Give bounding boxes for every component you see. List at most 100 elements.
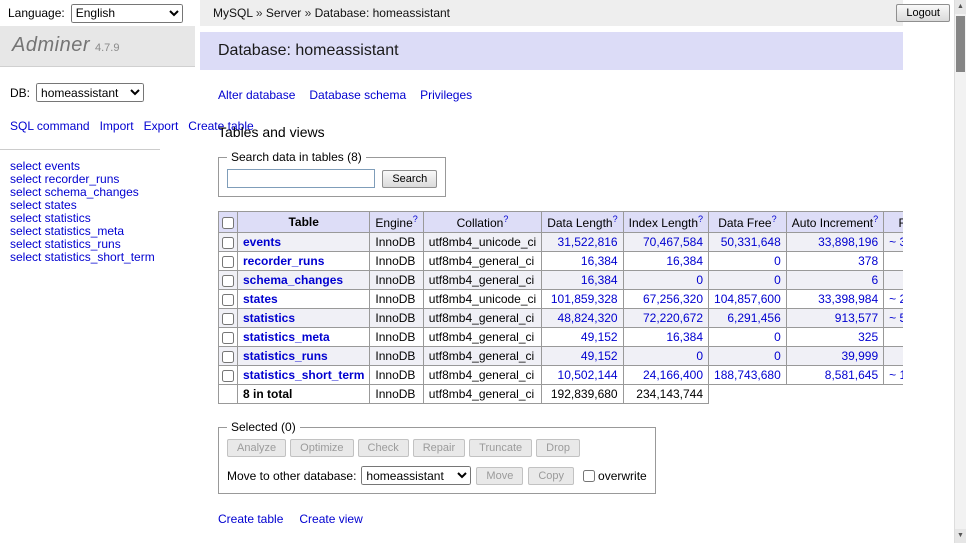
table-name-link[interactable]: statistics_meta (243, 330, 330, 344)
auto-increment-link[interactable]: 378 (858, 254, 878, 268)
help-icon[interactable]: ? (503, 214, 508, 224)
data-length-link[interactable]: 49,152 (581, 330, 618, 344)
index-length-link[interactable]: 24,166,400 (643, 368, 703, 382)
help-icon[interactable]: ? (772, 214, 777, 224)
row-checkbox[interactable] (222, 256, 234, 268)
db-action-link[interactable]: Database schema (309, 88, 406, 102)
data-length-link[interactable]: 16,384 (581, 254, 618, 268)
data-length-link[interactable]: 10,502,144 (558, 368, 618, 382)
language-select[interactable]: English (71, 4, 183, 23)
table-name-link[interactable]: statistics_short_term (243, 368, 364, 382)
index-length-link[interactable]: 0 (696, 349, 703, 363)
row-checkbox[interactable] (222, 332, 234, 344)
data-free-link[interactable]: 188,743,680 (714, 368, 781, 382)
scroll-up-icon[interactable]: ▲ (955, 0, 966, 14)
help-icon[interactable]: ? (613, 214, 618, 224)
total-label: 8 in total (238, 385, 370, 404)
rows-link[interactable]: ~ 569,159 (889, 311, 903, 325)
data-length-link[interactable]: 101,859,328 (551, 292, 618, 306)
rows-link[interactable]: ~ 136,108 (889, 368, 903, 382)
index-length-link[interactable]: 0 (696, 273, 703, 287)
data-free-link[interactable]: 6,291,456 (727, 311, 780, 325)
db-action-link[interactable]: Privileges (420, 88, 472, 102)
create-link[interactable]: Create view (299, 512, 362, 526)
auto-increment-link[interactable]: 33,398,984 (818, 292, 878, 306)
create-link[interactable]: Create table (218, 512, 283, 526)
row-checkbox[interactable] (222, 313, 234, 325)
table-name-link[interactable]: schema_changes (243, 273, 343, 287)
drop-button[interactable]: Drop (536, 439, 580, 457)
select-all-checkbox[interactable] (222, 217, 234, 229)
data-free-link[interactable]: 0 (774, 273, 781, 287)
tables-table: TableEngine?Collation?Data Length?Index … (218, 211, 903, 404)
data-length-link[interactable]: 48,824,320 (558, 311, 618, 325)
scroll-down-icon[interactable]: ▼ (955, 529, 966, 543)
db-select[interactable]: homeassistant (36, 83, 144, 102)
data-free-link[interactable]: 50,331,648 (721, 235, 781, 249)
auto-increment-link[interactable]: 325 (858, 330, 878, 344)
collation-cell: utf8mb4_general_ci (423, 271, 541, 290)
repair-button[interactable]: Repair (413, 439, 465, 457)
data-length-link[interactable]: 49,152 (581, 349, 618, 363)
sidebar-table-links: select eventsselect recorder_runsselect … (0, 150, 195, 274)
table-name-link[interactable]: states (243, 292, 278, 306)
analyze-button[interactable]: Analyze (227, 439, 286, 457)
breadcrumb-link[interactable]: Server (266, 6, 301, 20)
table-name-link[interactable]: statistics_runs (243, 349, 328, 363)
copy-button[interactable]: Copy (528, 467, 574, 485)
check-button[interactable]: Check (358, 439, 409, 457)
data-length-link[interactable]: 16,384 (581, 273, 618, 287)
sidebar-command-link[interactable]: Export (144, 119, 179, 133)
scrollbar-thumb[interactable] (956, 16, 965, 72)
data-free-link[interactable]: 0 (774, 330, 781, 344)
table-name-link[interactable]: recorder_runs (243, 254, 324, 268)
data-free-link[interactable]: 0 (774, 349, 781, 363)
adminer-logo[interactable]: Adminer (12, 34, 90, 56)
row-checkbox[interactable] (222, 275, 234, 287)
auto-increment-link[interactable]: 6 (871, 273, 878, 287)
logout-button[interactable]: Logout (896, 4, 950, 22)
sidebar-command-link[interactable]: SQL command (10, 119, 90, 133)
auto-increment-link[interactable]: 33,898,196 (818, 235, 878, 249)
auto-increment-link[interactable]: 8,581,645 (825, 368, 878, 382)
row-checkbox[interactable] (222, 370, 234, 382)
vertical-scrollbar[interactable]: ▲ ▼ (954, 0, 966, 543)
sidebar-command-link[interactable]: Import (100, 119, 134, 133)
overwrite-checkbox[interactable] (583, 470, 595, 482)
search-button[interactable]: Search (382, 170, 437, 188)
help-icon[interactable]: ? (413, 214, 418, 224)
move-db-select[interactable]: homeassistant (361, 466, 471, 485)
collation-cell: utf8mb4_general_ci (423, 252, 541, 271)
truncate-button[interactable]: Truncate (469, 439, 532, 457)
index-length-link[interactable]: 16,384 (666, 254, 703, 268)
help-icon[interactable]: ? (698, 214, 703, 224)
overwrite-option[interactable]: overwrite (583, 469, 647, 483)
optimize-button[interactable]: Optimize (290, 439, 353, 457)
selected-fieldset: Selected (0) AnalyzeOptimizeCheckRepairT… (218, 420, 656, 494)
column-header-table: Table (238, 212, 370, 233)
index-length-link[interactable]: 72,220,672 (643, 311, 703, 325)
row-checkbox[interactable] (222, 237, 234, 249)
row-checkbox[interactable] (222, 294, 234, 306)
db-action-link[interactable]: Alter database (218, 88, 295, 102)
table-name-link[interactable]: events (243, 235, 281, 249)
row-checkbox[interactable] (222, 351, 234, 363)
sidebar-table-link[interactable]: select statistics_short_term (10, 251, 185, 264)
rows-link[interactable]: ~ 312,180 (889, 235, 903, 249)
help-icon[interactable]: ? (873, 214, 878, 224)
data-free-link[interactable]: 0 (774, 254, 781, 268)
table-name-link[interactable]: statistics (243, 311, 295, 325)
rows-link[interactable]: ~ 299,833 (889, 292, 903, 306)
breadcrumb-link[interactable]: MySQL (213, 6, 253, 20)
data-free-link[interactable]: 104,857,600 (714, 292, 781, 306)
index-length-link[interactable]: 70,467,584 (643, 235, 703, 249)
search-input[interactable] (227, 169, 375, 188)
engine-cell: InnoDB (370, 366, 423, 385)
index-length-link[interactable]: 16,384 (666, 330, 703, 344)
move-button[interactable]: Move (476, 467, 523, 485)
auto-increment-link[interactable]: 39,999 (841, 349, 878, 363)
data-length-link[interactable]: 31,522,816 (558, 235, 618, 249)
auto-increment-link[interactable]: 913,577 (835, 311, 878, 325)
index-length-link[interactable]: 67,256,320 (643, 292, 703, 306)
column-header-index-length: Index Length? (623, 212, 708, 233)
